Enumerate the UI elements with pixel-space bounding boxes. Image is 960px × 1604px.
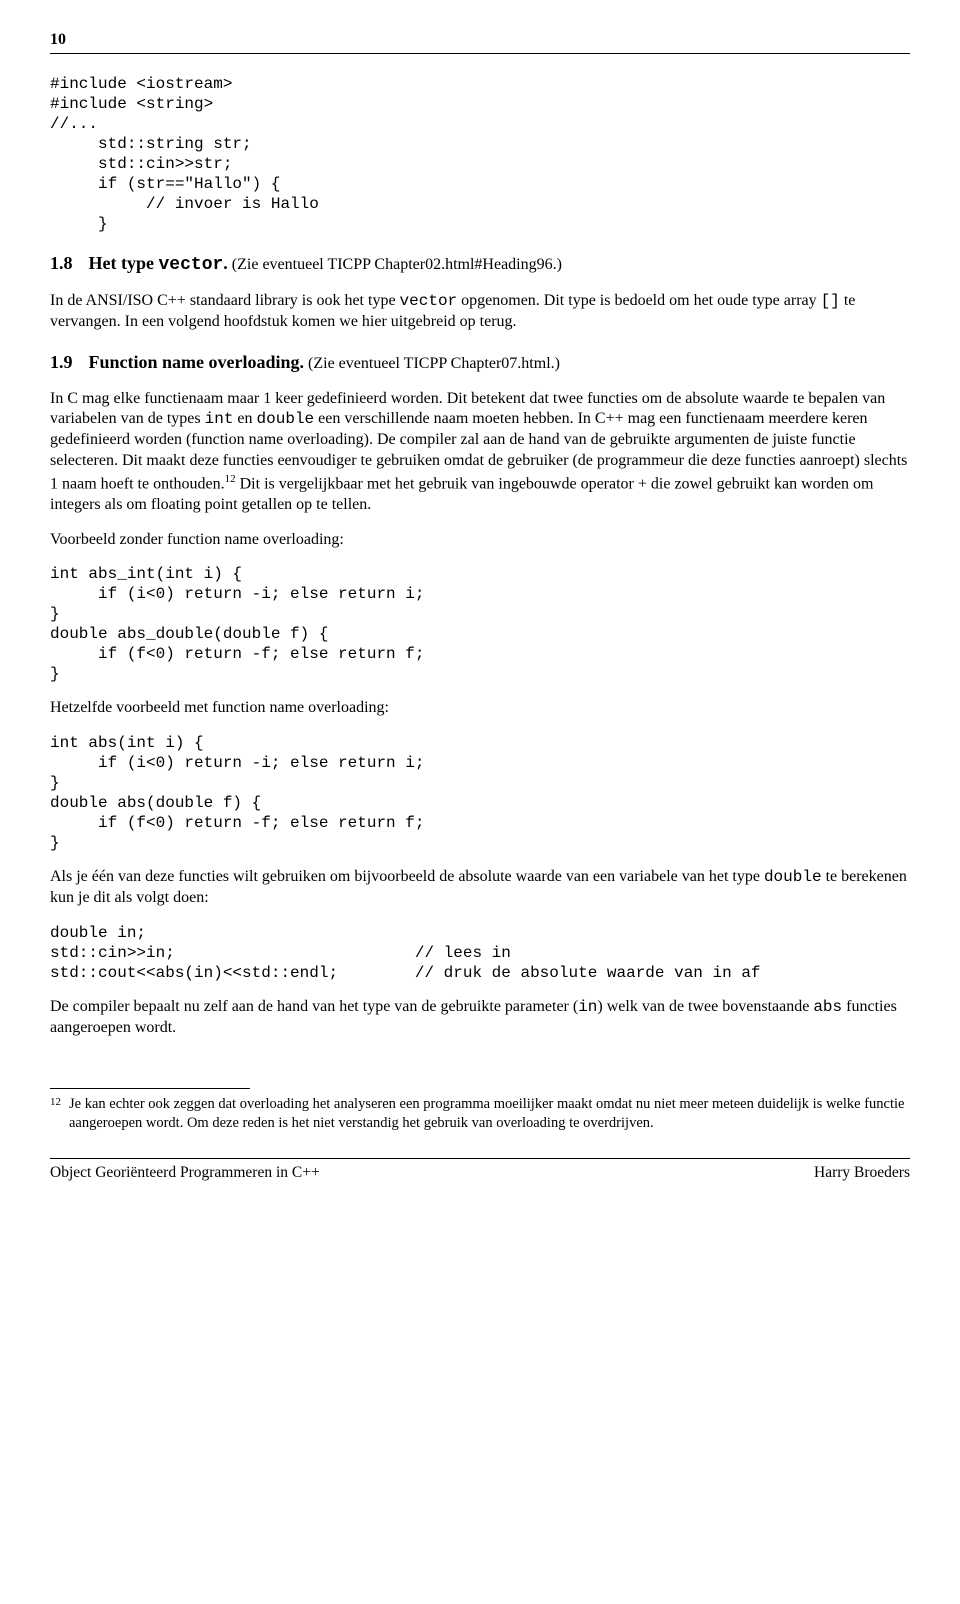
paragraph-usage: Als je één van deze functies wilt gebrui… xyxy=(50,867,910,909)
text: In de ANSI/ISO C++ standaard library is … xyxy=(50,292,400,309)
code-block-3: int abs(int i) { if (i<0) return -i; els… xyxy=(50,733,910,853)
footnote-separator xyxy=(50,1088,250,1089)
code-block-2: int abs_int(int i) { if (i<0) return -i;… xyxy=(50,564,910,684)
paragraph-1-8: In de ANSI/ISO C++ standaard library is … xyxy=(50,291,910,333)
code-block-1: #include <iostream> #include <string> //… xyxy=(50,74,910,234)
paragraph-1-9a: In C mag elke functienaam maar 1 keer ge… xyxy=(50,389,910,516)
code-block-4: double in; std::cin>>in; // lees in std:… xyxy=(50,923,910,983)
inline-code: double xyxy=(257,410,315,428)
footnote-text: Je kan echter ook zeggen dat overloading… xyxy=(69,1095,910,1133)
section-title-text: Het type xyxy=(89,253,159,273)
footnote-12: 12 Je kan echter ook zeggen dat overload… xyxy=(50,1095,910,1133)
footer-left: Object Georiënteerd Programmeren in C++ xyxy=(50,1163,320,1183)
section-ref: (Zie eventueel TICPP Chapter07.html.) xyxy=(304,355,560,372)
footnote-ref: 12 xyxy=(225,473,236,485)
section-title-code: vector xyxy=(158,255,223,275)
page-footer: Object Georiënteerd Programmeren in C++ … xyxy=(50,1158,910,1183)
inline-code: in xyxy=(578,998,597,1016)
text: ) welk van de twee bovenstaande xyxy=(597,998,813,1015)
inline-code: vector xyxy=(400,292,458,310)
section-ref: (Zie eventueel TICPP Chapter02.html#Head… xyxy=(228,256,562,273)
footer-right: Harry Broeders xyxy=(814,1163,910,1183)
section-1-9-heading: 1.9 Function name overloading. (Zie event… xyxy=(50,351,910,375)
text: en xyxy=(233,410,256,427)
text: Als je één van deze functies wilt gebrui… xyxy=(50,868,764,885)
footnote-number: 12 xyxy=(50,1095,61,1133)
text: De compiler bepaalt nu zelf aan de hand … xyxy=(50,998,578,1015)
paragraph-compiler: De compiler bepaalt nu zelf aan de hand … xyxy=(50,997,910,1039)
section-title-text: Function name overloading. xyxy=(89,352,305,372)
inline-code: int xyxy=(205,410,234,428)
section-number: 1.9 xyxy=(50,352,73,372)
section-1-8-heading: 1.8Het type vector. (Zie eventueel TICPP… xyxy=(50,252,910,277)
paragraph-example-1-label: Voorbeeld zonder function name overloadi… xyxy=(50,530,910,551)
inline-code: [] xyxy=(821,292,840,310)
paragraph-example-2-label: Hetzelfde voorbeeld met function name ov… xyxy=(50,698,910,719)
section-number: 1.8 xyxy=(50,253,73,273)
text: opgenomen. Dit type is bedoeld om het ou… xyxy=(457,292,820,309)
inline-code: abs xyxy=(813,998,842,1016)
page-number: 10 xyxy=(50,30,910,51)
header-rule xyxy=(50,53,910,54)
inline-code: double xyxy=(764,868,822,886)
